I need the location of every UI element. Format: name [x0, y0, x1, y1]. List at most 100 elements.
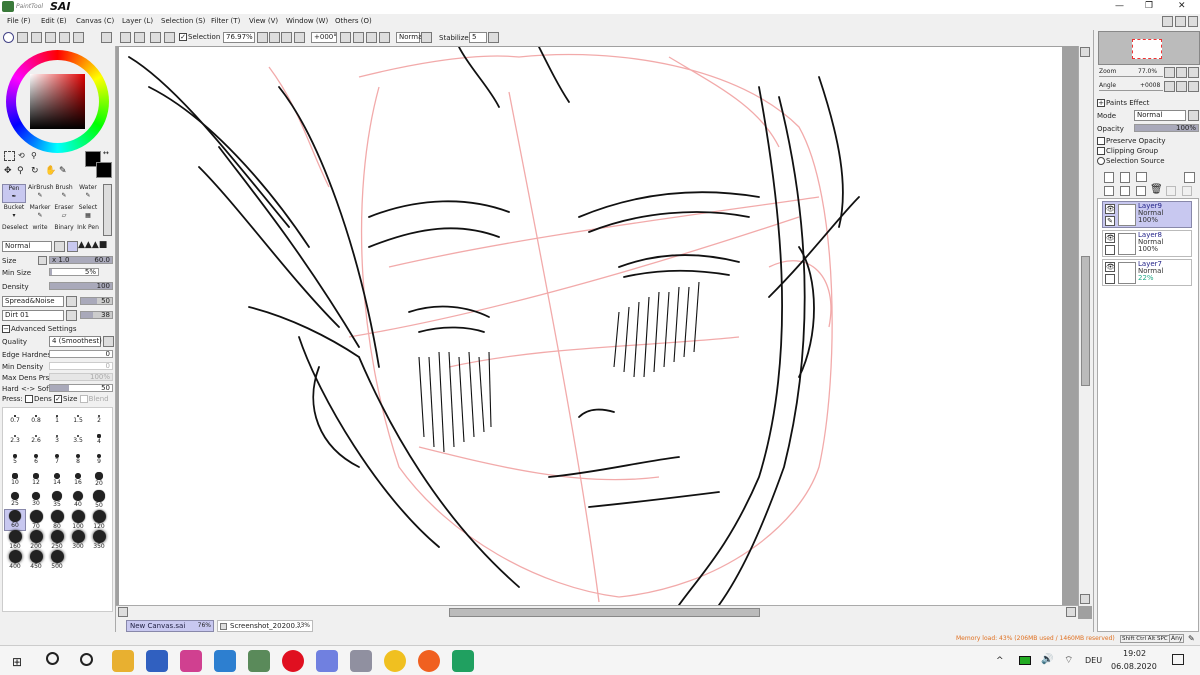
- new-folder-icon[interactable]: [1136, 172, 1147, 182]
- tab-screenshot[interactable]: Screenshot_20200... 33%: [217, 620, 313, 632]
- zoom-reset-icon[interactable]: [1188, 67, 1199, 78]
- zoom-icon[interactable]: ⚲: [17, 166, 24, 176]
- zoom-field[interactable]: 76.97%: [223, 32, 255, 43]
- rotate-reset-icon[interactable]: [1188, 81, 1199, 92]
- density-slider[interactable]: 100: [49, 282, 113, 290]
- menu-edit[interactable]: Edit (E): [41, 17, 67, 25]
- vertical-scroll-thumb[interactable]: [1081, 256, 1090, 386]
- brush-size-preset[interactable]: 40: [68, 490, 88, 510]
- merge-down-icon[interactable]: [1120, 186, 1130, 196]
- tool-airbrush[interactable]: AirBrush ✎: [28, 184, 54, 203]
- restore-button[interactable]: ❐: [1145, 1, 1153, 11]
- chevron-down-icon[interactable]: [66, 310, 77, 321]
- angle-field[interactable]: +000°: [311, 32, 337, 43]
- brush-size-preset[interactable]: 250: [47, 529, 67, 550]
- size-multiplier-icon[interactable]: [38, 256, 47, 265]
- quality-select[interactable]: 4 (Smoothest): [49, 336, 102, 347]
- new-linework-layer-icon[interactable]: [1120, 172, 1130, 183]
- brush-size-preset[interactable]: 1: [47, 410, 67, 430]
- layer-panel-menu-icon[interactable]: [1184, 172, 1195, 183]
- brush-size-preset[interactable]: 160: [5, 529, 25, 550]
- store-icon[interactable]: [146, 650, 168, 672]
- minimize-button[interactable]: —: [1115, 1, 1124, 11]
- max-dens-slider[interactable]: 100%: [49, 373, 113, 381]
- preserve-opacity-option[interactable]: Preserve Opacity: [1097, 137, 1166, 145]
- rotate-left-icon[interactable]: [340, 32, 351, 43]
- color-wheel[interactable]: [6, 50, 109, 153]
- brush-size-preset[interactable]: 14: [47, 470, 67, 490]
- brush-size-preset[interactable]: 20: [89, 470, 109, 490]
- brush-size-preset[interactable]: 8: [68, 450, 88, 470]
- scroll-down-icon[interactable]: [1080, 594, 1090, 604]
- layer-mask-icon[interactable]: [1166, 186, 1176, 196]
- select-rect-icon[interactable]: [4, 151, 15, 161]
- transfer-down-icon[interactable]: [1104, 186, 1114, 196]
- scroll-up-icon[interactable]: [1080, 47, 1090, 57]
- tool-bucket[interactable]: Bucket ▾: [2, 204, 26, 223]
- hard-soft-slider[interactable]: 50: [49, 384, 113, 392]
- clock-date[interactable]: 06.08.2020: [1111, 662, 1157, 671]
- blend-mode-select[interactable]: Normal: [396, 32, 424, 43]
- magic-wand-icon[interactable]: ⚲: [31, 151, 42, 161]
- search-icon[interactable]: [46, 652, 59, 665]
- rotate-left-icon[interactable]: [1164, 81, 1175, 92]
- layer-row[interactable]: 👁 ✎ Layer9 Normal 100%: [1102, 201, 1192, 228]
- layer-opacity-slider[interactable]: 100%: [1134, 124, 1199, 132]
- brush-mode-select[interactable]: Normal: [2, 241, 52, 252]
- pressure-density-checkbox[interactable]: [25, 395, 34, 403]
- scroll-left-icon[interactable]: [118, 607, 128, 617]
- eyedropper-icon[interactable]: ✎: [59, 166, 67, 176]
- windows-start-icon[interactable]: ⊞: [12, 655, 22, 669]
- tool-water[interactable]: Water ✎: [76, 184, 100, 203]
- panel-layout-icon[interactable]: [1188, 16, 1198, 27]
- brush-size-preset[interactable]: 3: [47, 430, 67, 450]
- brush-size-preset[interactable]: 25: [5, 490, 25, 510]
- language-indicator[interactable]: DEU: [1085, 656, 1102, 665]
- discord-icon[interactable]: [316, 650, 338, 672]
- pressure-size-checkbox[interactable]: ✓: [54, 395, 63, 403]
- layer-lock-box[interactable]: [1105, 245, 1115, 255]
- eye-icon[interactable]: 👁: [1105, 204, 1115, 214]
- brush-size-preset[interactable]: 80: [47, 509, 67, 530]
- color-wheel-icon[interactable]: [3, 32, 14, 43]
- brush-shape-round-icon[interactable]: ▲▲▲■: [78, 240, 107, 250]
- menu-filter[interactable]: Filter (T): [211, 17, 240, 25]
- swap-colors-icon[interactable]: ↔: [103, 149, 109, 157]
- edge-hardness-slider[interactable]: 0: [49, 350, 113, 358]
- chevron-down-icon[interactable]: [1188, 110, 1199, 121]
- menu-layer[interactable]: Layer (L): [122, 17, 153, 25]
- vertical-scrollbar[interactable]: [1078, 46, 1092, 606]
- brush-size-preset[interactable]: 100: [68, 509, 88, 530]
- chrome-icon[interactable]: [384, 650, 406, 672]
- menu-canvas[interactable]: Canvas (C): [76, 17, 114, 25]
- zoom-out-icon[interactable]: [1164, 67, 1175, 78]
- horizontal-scrollbar[interactable]: [116, 605, 1078, 619]
- screenshot-icon[interactable]: [452, 650, 474, 672]
- navigator-preview[interactable]: [1098, 31, 1200, 65]
- deselect-icon[interactable]: [150, 32, 161, 43]
- zoom-in-icon[interactable]: [269, 32, 280, 43]
- brush-size-preset[interactable]: 200: [26, 529, 46, 550]
- clipping-group-option[interactable]: Clipping Group: [1097, 147, 1158, 155]
- tool-scroll[interactable]: [103, 184, 112, 236]
- invert-selection-icon[interactable]: [164, 32, 175, 43]
- brush-size-preset[interactable]: 300: [68, 529, 88, 550]
- brush-size-preset[interactable]: 2.3: [5, 430, 25, 450]
- tray-app-icon[interactable]: [1019, 656, 1031, 665]
- brush-size-preset[interactable]: 7: [47, 450, 67, 470]
- rgb-slider-icon[interactable]: [17, 32, 28, 43]
- trash-icon[interactable]: 🗑: [1150, 184, 1163, 195]
- brush-size-preset[interactable]: 6: [26, 450, 46, 470]
- swatches-icon[interactable]: [45, 32, 56, 43]
- menu-window[interactable]: Window (W): [286, 17, 328, 25]
- brush-size-preset[interactable]: 10: [5, 470, 25, 490]
- zoom-out-icon[interactable]: [257, 32, 268, 43]
- hsv-slider-icon[interactable]: [31, 32, 42, 43]
- new-layer-icon[interactable]: [1104, 172, 1114, 183]
- layer-lock-box[interactable]: [1105, 274, 1115, 284]
- rotate-right-icon[interactable]: [353, 32, 364, 43]
- brush-size-preset[interactable]: 70: [26, 509, 46, 530]
- min-density-slider[interactable]: 0: [49, 362, 113, 370]
- chevron-down-icon[interactable]: [54, 241, 65, 252]
- brush-size-preset[interactable]: 12: [26, 470, 46, 490]
